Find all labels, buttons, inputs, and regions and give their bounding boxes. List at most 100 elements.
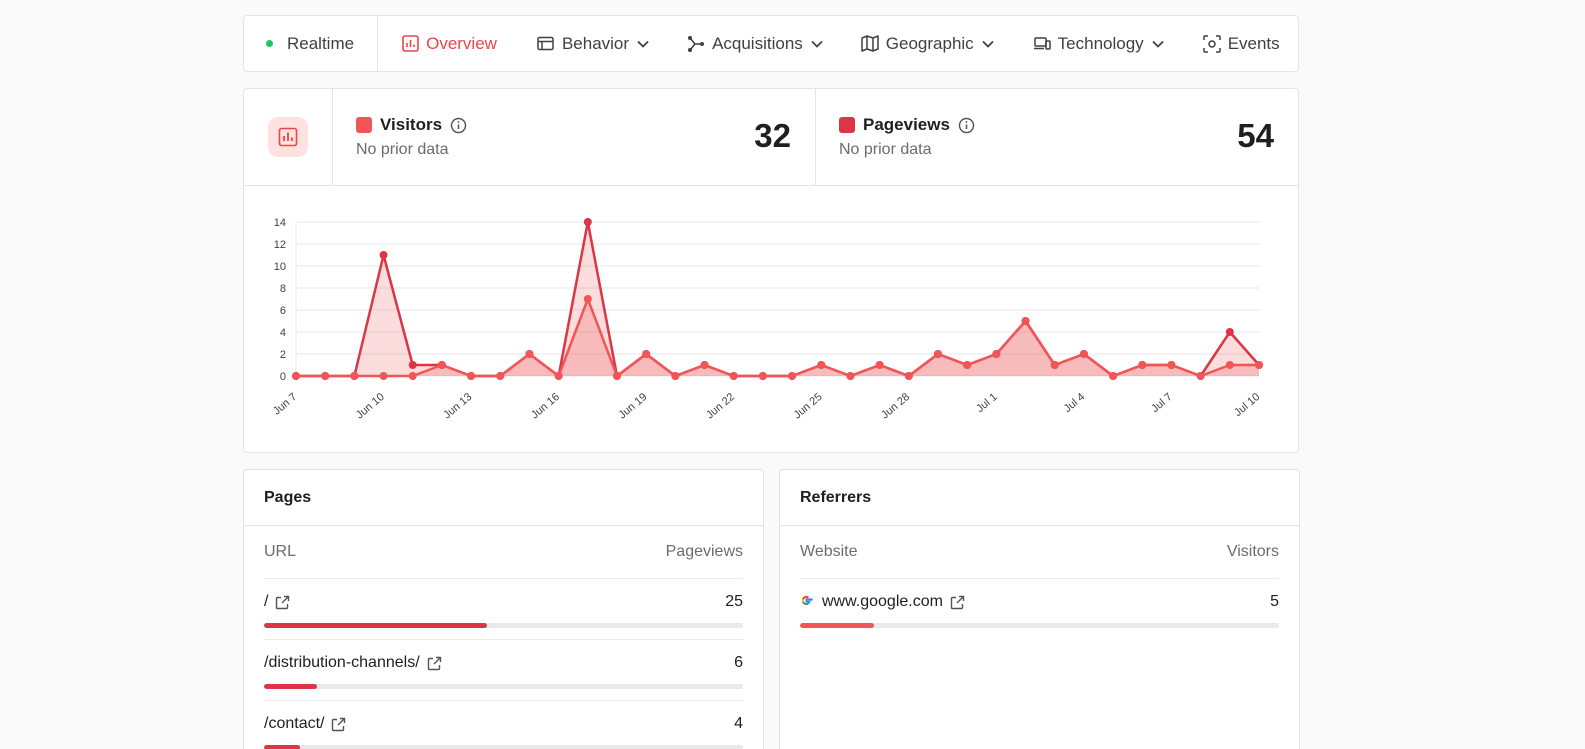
data-point-visitors xyxy=(1138,361,1147,369)
focus-target-icon xyxy=(1202,34,1221,53)
progress-bar xyxy=(800,623,1279,628)
chart-type-cell xyxy=(244,89,333,185)
nav-behavior-label: Behavior xyxy=(561,33,630,53)
data-point-visitors xyxy=(321,372,330,380)
page-url: /contact/ xyxy=(264,715,325,732)
referrers-card: Referrers Website Visitors www.google.co… xyxy=(779,469,1300,749)
data-point-visitors xyxy=(904,372,913,380)
external-link-icon[interactable] xyxy=(331,717,346,732)
page-pageviews: 25 xyxy=(725,593,743,610)
info-icon[interactable] xyxy=(450,117,467,134)
nav-technology[interactable]: Technology xyxy=(1033,16,1165,71)
list-item[interactable]: / 25 xyxy=(264,579,743,640)
metric-visitors[interactable]: Visitors No prior data 32 xyxy=(333,89,815,185)
data-point-visitors xyxy=(817,361,826,369)
data-point-visitors xyxy=(1050,361,1059,369)
referrer-visitors: 5 xyxy=(1270,593,1279,610)
list-item[interactable]: www.google.com 5 xyxy=(800,579,1279,640)
progress-bar xyxy=(264,684,743,689)
page-pageviews: 4 xyxy=(734,715,743,732)
nav-acquisitions[interactable]: Acquisitions xyxy=(687,16,824,71)
metric-visitors-sub: No prior data xyxy=(356,141,449,158)
top-nav: Realtime Overview Behavior Acquisitions … xyxy=(243,15,1299,72)
nav-technology-label: Technology xyxy=(1057,33,1144,53)
x-tick-label: Jun 13 xyxy=(441,391,474,421)
data-point-pageviews xyxy=(408,361,417,369)
nav-geographic-label: Geographic xyxy=(885,33,974,53)
pages-title: Pages xyxy=(244,470,763,526)
data-point-visitors xyxy=(554,372,563,380)
metric-pageviews[interactable]: Pageviews No prior data 54 xyxy=(815,89,1298,185)
referrers-col-visitors: Visitors xyxy=(1226,543,1279,560)
pageviews-swatch xyxy=(839,117,855,133)
progress-fill xyxy=(264,623,487,628)
data-point-visitors xyxy=(1255,361,1263,369)
nav-geographic[interactable]: Geographic xyxy=(861,16,995,71)
data-point-visitors xyxy=(934,350,942,358)
info-icon[interactable] xyxy=(958,117,975,134)
x-tick-label: Jun 25 xyxy=(792,391,825,421)
x-tick-label: Jul 7 xyxy=(1149,391,1175,415)
chevron-down-icon xyxy=(636,37,650,51)
external-link-icon[interactable] xyxy=(950,595,965,610)
data-point-visitors xyxy=(467,372,476,380)
data-point-visitors xyxy=(846,372,855,380)
nav-overview[interactable]: Overview xyxy=(401,16,497,71)
data-point-visitors xyxy=(992,350,1001,358)
y-tick-label: 2 xyxy=(280,349,286,361)
progress-bar xyxy=(264,623,743,628)
nav-realtime[interactable]: Realtime xyxy=(244,16,379,71)
nav-realtime-label: Realtime xyxy=(287,33,355,53)
data-point-visitors xyxy=(408,372,417,380)
bar-chart-icon xyxy=(401,35,419,53)
pages-columns: URL Pageviews xyxy=(264,526,743,579)
external-link-icon[interactable] xyxy=(275,595,290,610)
data-point-visitors xyxy=(700,361,709,369)
nav-behavior[interactable]: Behavior xyxy=(537,16,650,71)
referrer-website: www.google.com xyxy=(822,593,943,610)
traffic-chart: 0 2 4 6 8 10 12 14 Jun 7 Jun 10 Jun 13 Jun 16 Jun 19… xyxy=(271,217,1263,421)
y-tick-label: 8 xyxy=(280,283,286,295)
data-point-visitors xyxy=(963,361,972,369)
data-point-visitors xyxy=(379,372,388,380)
referrers-col-website: Website xyxy=(800,543,858,560)
data-point-visitors xyxy=(788,372,797,380)
page-url: / xyxy=(264,593,269,610)
data-point-visitors xyxy=(729,372,738,380)
y-tick-label: 12 xyxy=(274,239,286,251)
metric-pageviews-label: Pageviews xyxy=(863,115,950,134)
external-link-icon[interactable] xyxy=(427,656,442,671)
y-tick-label: 10 xyxy=(274,261,286,273)
x-tick-label: Jul 1 xyxy=(974,391,1000,415)
data-point-pageviews xyxy=(1225,328,1234,336)
x-tick-label: Jul 10 xyxy=(1232,391,1262,419)
data-point-visitors xyxy=(437,361,446,369)
pages-col-pageviews: Pageviews xyxy=(665,543,743,560)
x-tick-label: Jun 22 xyxy=(704,391,737,421)
data-point-pageviews xyxy=(379,251,388,259)
progress-fill xyxy=(264,684,317,689)
browser-window-icon xyxy=(537,35,555,53)
overview-card: Visitors No prior data 32 Pageviews No p… xyxy=(243,88,1299,453)
metric-visitors-label: Visitors xyxy=(380,115,443,134)
data-point-visitors xyxy=(350,372,359,380)
chevron-down-icon xyxy=(1151,37,1165,51)
nav-events[interactable]: Events xyxy=(1202,16,1280,71)
x-tick-label: Jun 10 xyxy=(354,391,387,421)
progress-fill xyxy=(264,745,300,749)
online-dot-icon xyxy=(266,40,273,47)
x-tick-label: Jul 4 xyxy=(1062,391,1088,415)
data-point-visitors xyxy=(613,372,621,380)
referrers-title: Referrers xyxy=(780,470,1299,526)
x-tick-label: Jun 7 xyxy=(271,391,299,417)
pages-card: Pages URL Pageviews / 25 /distribution-c… xyxy=(243,469,764,749)
bar-chart-icon[interactable] xyxy=(268,117,308,157)
nav-acquisitions-label: Acquisitions xyxy=(712,33,803,53)
x-tick-label: Jun 19 xyxy=(616,391,649,421)
metric-pageviews-sub: No prior data xyxy=(839,141,932,158)
data-point-visitors xyxy=(496,372,505,380)
list-item[interactable]: /contact/ 4 xyxy=(264,701,743,749)
data-point-visitors xyxy=(1109,372,1118,380)
page-url: /distribution-channels/ xyxy=(264,654,420,671)
list-item[interactable]: /distribution-channels/ 6 xyxy=(264,640,743,701)
